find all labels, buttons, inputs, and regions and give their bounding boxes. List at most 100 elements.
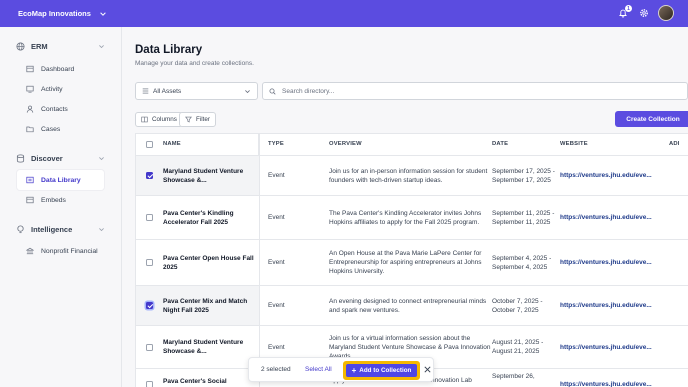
asset-type-select[interactable]: All Assets (135, 82, 258, 100)
columns-button[interactable]: Columns (135, 112, 183, 127)
gear-icon (640, 9, 648, 17)
row-checkbox[interactable] (146, 343, 153, 351)
select-all-checkbox-cell[interactable] (136, 134, 163, 155)
add-to-collection-label: Add to Collection (359, 367, 412, 374)
sidebar-item-dashboard[interactable]: Dashboard (17, 59, 104, 79)
sidebar-item-embeds[interactable]: Embeds (17, 190, 104, 210)
library-icon (26, 176, 34, 184)
notifications-button[interactable]: 1 (616, 5, 632, 20)
row-checkbox[interactable] (146, 172, 153, 179)
close-icon[interactable] (423, 365, 432, 374)
row-checkbox[interactable] (146, 214, 153, 221)
sidebar-item-cases[interactable]: Cases (17, 119, 104, 139)
asset-select-value: All Assets (153, 87, 182, 95)
selection-action-bar: 2 selected Select All + Add to Collectio… (248, 357, 434, 382)
row-checkbox-cell[interactable] (136, 326, 163, 368)
sidebar-item-activity[interactable]: Activity (17, 79, 104, 99)
selected-count: 2 selected (261, 366, 291, 373)
row-type: Event (268, 172, 285, 179)
row-checkbox-cell[interactable] (136, 196, 163, 239)
top-bar: EcoMap Innovations 1 (0, 0, 688, 27)
org-switcher[interactable]: EcoMap Innovations (18, 9, 107, 18)
search-bar (262, 82, 688, 100)
dashboard-icon (26, 65, 34, 73)
row-name: Pava Center's Social (163, 378, 227, 385)
row-website-link[interactable]: https://ventures.jhu.edu/eve... (560, 196, 668, 239)
sidebar-section-label: Intelligence (31, 224, 73, 234)
chevron-down-icon (99, 44, 104, 48)
sidebar-item-data-library[interactable]: Data Library (17, 170, 104, 190)
notification-badge: 1 (625, 5, 632, 12)
table-row[interactable]: Pava Center Open House Fall 2025 Event A… (136, 240, 688, 286)
column-header-extra[interactable]: ADI (669, 134, 688, 155)
row-checkbox-cell[interactable] (136, 286, 163, 325)
bulb-icon (17, 224, 24, 233)
sidebar-item-label: Data Library (41, 176, 81, 184)
sidebar-item-nonprofit-financial[interactable]: Nonprofit Financial (17, 241, 104, 261)
row-date: September 11, 2025 - September 11, 2025 (492, 209, 555, 226)
columns-icon (141, 116, 148, 123)
column-header-name[interactable]: NAME (163, 134, 259, 155)
filter-label: Filter (196, 116, 210, 123)
row-checkbox[interactable] (146, 302, 153, 309)
row-date: October 7, 2025 - October 7, 2025 (492, 297, 543, 314)
search-input[interactable] (282, 87, 662, 95)
column-header-overview[interactable]: OVERVIEW (329, 134, 491, 155)
settings-button[interactable] (637, 6, 651, 20)
column-header-date[interactable]: DATE (492, 134, 558, 155)
row-website-link[interactable]: https://ventures.jhu.edu/eve... (560, 240, 668, 285)
bank-icon (26, 247, 34, 255)
row-date: September 4, 2025 - September 4, 2025 (492, 254, 552, 271)
select-all-checkbox[interactable] (146, 141, 153, 148)
chevron-down-icon (100, 11, 106, 16)
user-avatar[interactable] (658, 5, 674, 21)
row-checkbox-cell[interactable] (136, 156, 163, 195)
row-checkbox[interactable] (146, 259, 153, 266)
row-overview: An evening designed to connect entrepren… (329, 297, 487, 314)
page-subtitle: Manage your data and create collections. (135, 60, 254, 67)
table-row[interactable]: Maryland Student Venture Showcase &... E… (136, 156, 688, 196)
row-website-link[interactable]: https://ventures.jhu.edu/eve... (560, 369, 668, 387)
row-website-link[interactable]: https://ventures.jhu.edu/eve... (560, 286, 668, 325)
sidebar-section-discover[interactable]: Discover (0, 149, 121, 167)
select-all-link[interactable]: Select All (305, 366, 332, 373)
sidebar-section-label: Discover (31, 153, 63, 163)
sidebar-item-label: Nonprofit Financial (41, 247, 98, 255)
list-icon (142, 88, 149, 94)
row-checkbox-cell[interactable] (136, 240, 163, 285)
sidebar-item-label: Dashboard (41, 65, 75, 73)
sidebar-item-contacts[interactable]: Contacts (17, 99, 104, 119)
row-date: August 21, 2025 - August 21, 2025 (492, 339, 544, 355)
sidebar-section-erm[interactable]: ERM (0, 37, 121, 55)
row-name: Pava Center Open House Fall 2025 (163, 254, 254, 271)
plus-icon: + (351, 365, 357, 375)
globe-icon (16, 41, 25, 51)
search-icon (269, 88, 276, 95)
page-title: Data Library (135, 44, 203, 56)
sidebar-item-label: Embeds (41, 196, 66, 204)
table-row[interactable]: Pava Center Mix and Match Night Fall 202… (136, 286, 688, 326)
chevron-down-icon (99, 156, 104, 160)
folder-icon (26, 126, 34, 133)
column-header-website[interactable]: WEBSITE (560, 134, 668, 155)
filter-button[interactable]: Filter (179, 112, 216, 127)
sidebar-item-label: Contacts (41, 105, 68, 113)
sidebar: ERM Dashboard Activity Contacts Cases Di… (0, 27, 122, 387)
row-overview: The Pava Center's Kindling Accelerator i… (329, 209, 482, 226)
activity-icon (26, 85, 34, 93)
table-header-row: NAME TYPE OVERVIEW DATE WEBSITE ADI (136, 134, 688, 156)
user-icon (26, 105, 34, 113)
table-row[interactable]: Pava Center's Kindling Accelerator Fall … (136, 196, 688, 240)
add-to-collection-button[interactable]: + Add to Collection (346, 364, 417, 377)
sidebar-item-label: Cases (41, 125, 61, 133)
row-website-link[interactable]: https://ventures.jhu.edu/eve... (560, 156, 668, 195)
create-collection-button[interactable]: Create Collection (615, 111, 688, 127)
row-website-link[interactable]: https://ventures.jhu.edu/eve... (560, 326, 668, 368)
row-checkbox[interactable] (146, 381, 153, 387)
embed-icon (26, 196, 34, 204)
row-checkbox-cell[interactable] (136, 369, 163, 387)
add-to-collection-highlight: + Add to Collection (343, 361, 420, 380)
row-name: Pava Center's Kindling Accelerator Fall … (163, 209, 234, 226)
sidebar-section-intelligence[interactable]: Intelligence (0, 220, 121, 238)
column-header-type[interactable]: TYPE (268, 134, 328, 155)
